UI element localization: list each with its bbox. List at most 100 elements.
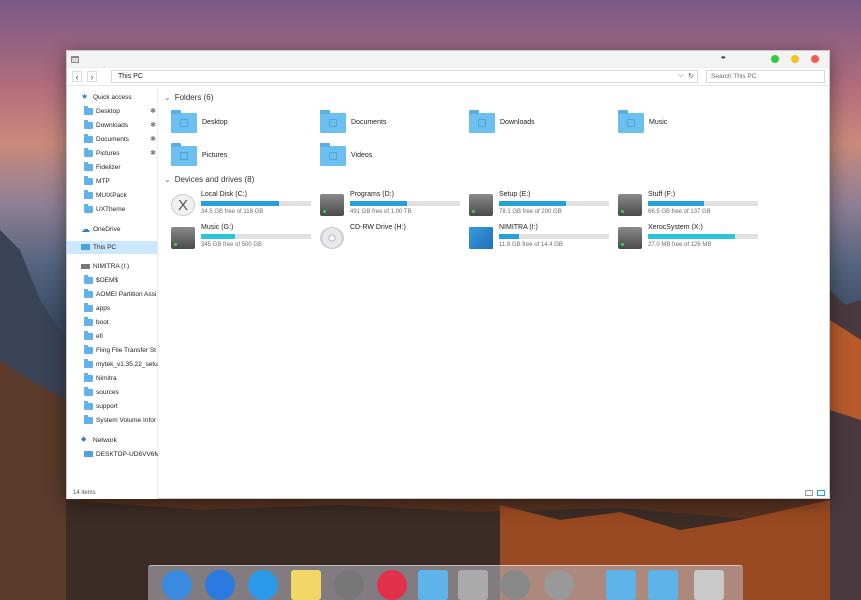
- sidebar-item-label: mytek_v1.35.22_setu: [96, 361, 158, 368]
- sidebar-item[interactable]: Fidelizer: [67, 161, 158, 174]
- folder-item[interactable]: Downloads: [469, 110, 609, 137]
- folder-item[interactable]: Pictures: [171, 143, 311, 170]
- forward-button[interactable]: ›: [87, 71, 97, 82]
- search-box[interactable]: Search This PC: [706, 70, 825, 83]
- forward-arrow-icon: ›: [90, 72, 94, 82]
- address-bar[interactable]: This PC ⌵ ↻: [111, 70, 698, 83]
- sidebar-item-label: boot: [96, 319, 109, 326]
- drive-item[interactable]: Programs (D:) 491 GB free of 1.00 TB: [320, 191, 465, 221]
- drive-icon: [81, 264, 90, 269]
- sidebar-item[interactable]: boot: [67, 316, 158, 329]
- sidebar-item[interactable]: $OEM$: [67, 274, 158, 287]
- drive-free-space: 11.8 GB free of 14.4 GB: [499, 242, 563, 248]
- hard-drive-icon: [618, 227, 642, 249]
- sidebar-item-label: This PC: [93, 244, 117, 251]
- led-icon: [621, 243, 624, 246]
- drive-name: Music (G:): [201, 224, 234, 231]
- usage-bar: [201, 201, 311, 206]
- power-icon[interactable]: [544, 570, 574, 600]
- system-preferences-icon[interactable]: [500, 570, 530, 600]
- hard-drive-icon: [618, 194, 642, 216]
- folder-item[interactable]: Documents: [320, 110, 460, 137]
- sidebar-item[interactable]: Nimitra: [67, 372, 158, 385]
- folders-section-title: Folders (6): [174, 93, 214, 102]
- back-button[interactable]: ‹: [72, 71, 82, 82]
- sidebar-item[interactable]: UXTheme: [67, 203, 158, 216]
- sidebar-item[interactable]: mytek_v1.35.22_setu: [67, 358, 158, 371]
- sidebar-item-label: efi: [96, 333, 103, 340]
- sidebar-item[interactable]: AOMEI Partition Assi: [67, 288, 158, 301]
- drives-section-header[interactable]: ⌄ Devices and drives (8): [164, 175, 254, 184]
- folder-icon: [84, 331, 93, 340]
- sidebar-item[interactable]: Desktop ✱: [67, 105, 158, 118]
- trash-icon[interactable]: [694, 570, 724, 600]
- sidebar-item[interactable]: MTP: [67, 175, 158, 188]
- sidebar-item[interactable]: Documents ✱: [67, 133, 158, 146]
- folder-item[interactable]: Videos: [320, 143, 460, 170]
- details-view-icon[interactable]: [805, 490, 813, 496]
- folder-item[interactable]: Music: [618, 110, 758, 137]
- minimize-button[interactable]: [791, 55, 799, 63]
- title-bar[interactable]: ••: [67, 51, 829, 68]
- folder-icon: [84, 373, 93, 382]
- notes-icon[interactable]: [291, 570, 321, 600]
- drive-item[interactable]: X Local Disk (C:) 34.5 GB free of 118 GB: [171, 191, 316, 221]
- sidebar-item[interactable]: support: [67, 400, 158, 413]
- sidebar-item[interactable]: ★ Quick access: [67, 91, 158, 104]
- sidebar-item-label: Fling File Transfer St: [96, 347, 156, 354]
- navigation-bar: ‹ › This PC ⌵ ↻ Search This PC: [67, 68, 829, 86]
- status-bar: 14 items: [67, 487, 829, 499]
- sidebar-item[interactable]: sources: [67, 386, 158, 399]
- item-count: 14 items: [73, 490, 96, 496]
- sidebar-item[interactable]: DESKTOP-UD6VV6M: [67, 448, 158, 461]
- usage-fill: [648, 201, 705, 206]
- sidebar-item[interactable]: Pictures ✱: [67, 147, 158, 160]
- address-text: This PC: [118, 73, 143, 80]
- itunes-icon[interactable]: [377, 570, 407, 600]
- sidebar-item[interactable]: Downloads ✱: [67, 119, 158, 132]
- maximize-button[interactable]: [771, 55, 779, 63]
- sidebar-item[interactable]: MUIXPack: [67, 189, 158, 202]
- folder-label: Pictures: [202, 152, 228, 159]
- drive-name: CD-RW Drive (H:): [350, 224, 406, 231]
- sidebar-item[interactable]: apps: [67, 302, 158, 315]
- usage-fill: [201, 234, 236, 239]
- sidebar-item-label: DESKTOP-UD6VV6M: [96, 451, 158, 458]
- drive-item[interactable]: Music (G:) 345 GB free of 500 GB: [171, 224, 316, 254]
- mac-pro-icon[interactable]: [458, 570, 488, 600]
- drive-name: NIMITRA (I:): [499, 224, 538, 231]
- sidebar-item[interactable]: ◆ Network: [67, 434, 158, 447]
- folder-label: Downloads: [500, 119, 535, 126]
- sidebar-item[interactable]: This PC: [67, 241, 158, 254]
- chevron-down-icon: ⌄: [164, 93, 171, 102]
- drive-item[interactable]: Setup (E:) 78.1 GB free of 200 GB: [469, 191, 614, 221]
- sidebar-item[interactable]: System Volume Infor: [67, 414, 158, 427]
- drive-item[interactable]: XerocSystem (X:) 27.0 MB free of 126 MB: [618, 224, 763, 254]
- drive-item[interactable]: NIMITRA (I:) 11.8 GB free of 14.4 GB: [469, 224, 614, 254]
- chevron-down-icon[interactable]: ⌵: [678, 72, 683, 80]
- drive-item[interactable]: CD-RW Drive (H:): [320, 224, 465, 254]
- folder-icon[interactable]: [418, 570, 448, 600]
- drive-item[interactable]: Stuff (F:) 66.5 GB free of 137 GB: [618, 191, 763, 221]
- folders-section-header[interactable]: ⌄ Folders (6): [164, 93, 213, 102]
- folder-icon[interactable]: [648, 570, 678, 600]
- folder-glyph-icon: [627, 119, 635, 127]
- sidebar-item[interactable]: Fling File Transfer St: [67, 344, 158, 357]
- sidebar-item[interactable]: NIMITRA (I:): [67, 260, 158, 273]
- drives-section-title: Devices and drives (8): [174, 175, 255, 184]
- sidebar-item[interactable]: ☁ OneDrive: [67, 223, 158, 236]
- sidebar-item-label: Fidelizer: [96, 164, 121, 171]
- usage-bar: [499, 201, 609, 206]
- folder-icon[interactable]: [606, 570, 636, 600]
- launchpad-icon[interactable]: [334, 570, 364, 600]
- folder-item[interactable]: Desktop: [171, 110, 311, 137]
- app-store-icon[interactable]: [205, 570, 235, 600]
- finder-icon[interactable]: [162, 570, 192, 600]
- refresh-icon[interactable]: ↻: [688, 72, 694, 80]
- sidebar-item[interactable]: efi: [67, 330, 158, 343]
- folder-icon: [84, 359, 93, 368]
- drive-free-space: 78.1 GB free of 200 GB: [499, 209, 562, 215]
- large-icons-view-icon[interactable]: [817, 490, 825, 496]
- safari-icon[interactable]: [248, 570, 278, 600]
- close-button[interactable]: [811, 55, 819, 63]
